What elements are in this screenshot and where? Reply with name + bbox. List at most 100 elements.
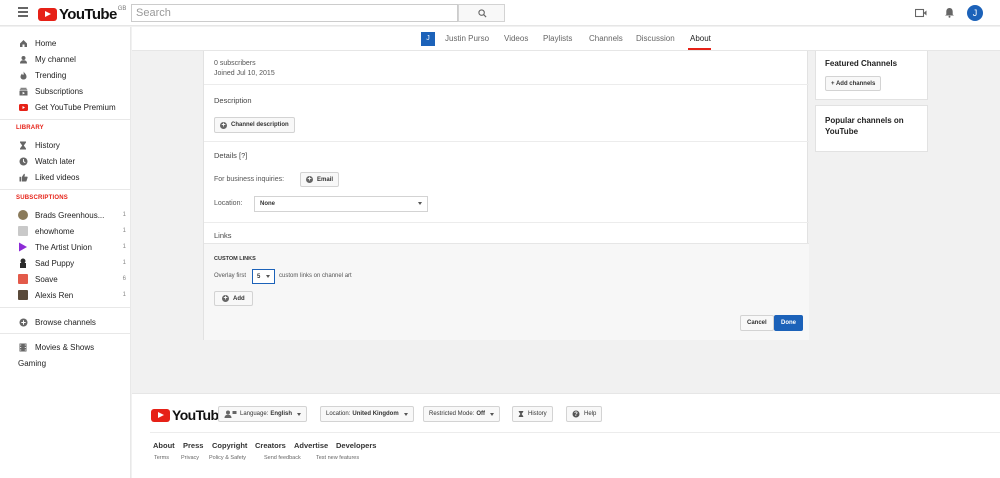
sidebar-item-label: Liked videos (35, 172, 80, 182)
subscription-item[interactable]: Brads Greenhous... 1 (18, 208, 126, 222)
footer-link-test-features[interactable]: Test new features (316, 455, 359, 461)
youtube-play-icon (151, 408, 170, 422)
add-channels-button[interactable]: + Add channels (825, 76, 882, 91)
tab-channels[interactable]: Channels (589, 34, 623, 43)
subscription-name: ehowhome (35, 226, 75, 236)
language-label: Language: (240, 411, 269, 417)
button-label: Channel description (231, 122, 289, 128)
sidebar-item-label: Get YouTube Premium (35, 102, 116, 112)
sidebar-item-history[interactable]: History (18, 138, 126, 152)
subscriptions-heading: SUBSCRIPTIONS (16, 195, 68, 201)
add-icon: + (222, 295, 229, 302)
cancel-button[interactable]: Cancel (740, 315, 774, 331)
help-button[interactable]: ? Help (566, 406, 603, 422)
tab-about[interactable]: About (690, 34, 711, 43)
footer-link-developers[interactable]: Developers (336, 441, 376, 450)
chevron-down-icon (266, 275, 270, 278)
chevron-down-icon (490, 412, 495, 416)
sidebar-item-subscriptions[interactable]: Subscriptions (18, 84, 126, 98)
person-icon (18, 54, 28, 64)
location-value: United Kingdom (352, 411, 399, 417)
sidebar-item-trending[interactable]: Trending (18, 68, 126, 82)
subscription-item[interactable]: ehowhome 1 (18, 224, 126, 238)
footer-link-creators[interactable]: Creators (255, 441, 286, 450)
custom-links-section: CUSTOM LINKS Overlay first 5 custom link… (204, 243, 809, 340)
search-input[interactable]: Search (131, 4, 458, 22)
footer-link-terms[interactable]: Terms (154, 455, 169, 461)
sidebar-item-label: Trending (35, 70, 67, 80)
chevron-down-icon (403, 412, 408, 416)
overlay-count-value: 5 (257, 273, 261, 280)
footer-youtube-logo[interactable]: YouTube (151, 407, 226, 423)
sidebar-item-my-channel[interactable]: My channel (18, 52, 126, 66)
search-button[interactable] (458, 4, 505, 22)
footer-link-advertise[interactable]: Advertise (294, 441, 328, 450)
sidebar-divider (0, 119, 130, 120)
footer-link-about[interactable]: About (153, 441, 175, 450)
channel-avatar (18, 290, 28, 300)
done-button[interactable]: Done (774, 315, 803, 331)
upload-video-icon[interactable] (915, 8, 927, 18)
hamburger-menu-icon[interactable] (18, 7, 28, 19)
divider (204, 222, 809, 223)
footer: YouTube Language: English Location: United… (132, 393, 1000, 478)
sidebar-item-youtube-premium[interactable]: Get YouTube Premium (18, 100, 126, 114)
sidebar-item-label: Movies & Shows (35, 342, 95, 352)
notifications-bell-icon[interactable] (944, 7, 955, 18)
tab-videos[interactable]: Videos (504, 34, 528, 43)
sidebar-item-movies-shows[interactable]: Movies & Shows (18, 340, 126, 354)
sidebar-item-label: Watch later (35, 156, 76, 166)
chevron-down-icon (297, 412, 302, 416)
footer-link-copyright[interactable]: Copyright (212, 441, 247, 450)
add-icon: + (220, 121, 227, 129)
sidebar-item-home[interactable]: Home (18, 36, 126, 50)
sidebar-item-liked-videos[interactable]: Liked videos (18, 170, 126, 184)
add-email-button[interactable]: + Email (300, 172, 340, 187)
subscription-item[interactable]: Sad Puppy 1 (18, 256, 126, 270)
description-heading: Description (214, 96, 252, 105)
sidebar-item-label: Gaming (18, 358, 47, 368)
restricted-label: Restricted Mode: (429, 411, 475, 417)
channel-description-button[interactable]: + Channel description (214, 117, 295, 133)
footer-link-privacy[interactable]: Privacy (181, 455, 199, 461)
restricted-mode-button[interactable]: Restricted Mode: Off (423, 406, 501, 422)
subscription-item[interactable]: Soave 6 (18, 272, 126, 286)
subscription-item[interactable]: The Artist Union 1 (18, 240, 126, 254)
location-button[interactable]: Location: United Kingdom (320, 406, 414, 422)
subscription-item[interactable]: Alexis Ren 1 (18, 288, 126, 302)
sidebar-item-label: Browse channels (35, 317, 96, 327)
subscriptions-icon (18, 86, 28, 96)
tab-channel-home[interactable]: Justin Purso (445, 34, 489, 43)
add-link-button[interactable]: + Add (214, 291, 253, 306)
channel-avatar[interactable]: J (421, 32, 435, 46)
popular-channels-title: Popular channels on YouTube (825, 116, 904, 136)
sidebar-item-browse-channels[interactable]: Browse channels (18, 315, 126, 329)
subscription-new-count: 1 (122, 212, 126, 218)
tab-discussion[interactable]: Discussion (636, 34, 675, 43)
language-icon (224, 410, 237, 418)
subscription-name: The Artist Union (35, 242, 92, 252)
subscription-name: Alexis Ren (35, 290, 74, 300)
youtube-logo[interactable]: YouTube GB (38, 6, 126, 23)
footer-link-press[interactable]: Press (183, 441, 203, 450)
sidebar-item-label: Home (35, 38, 57, 48)
overlay-count-select[interactable]: 5 (252, 269, 275, 284)
footer-link-send-feedback[interactable]: Send feedback (264, 455, 301, 461)
sidebar-item-gaming[interactable]: Gaming (18, 356, 126, 370)
location-select[interactable]: None (254, 196, 428, 212)
channel-avatar (18, 258, 28, 268)
film-icon (18, 342, 28, 352)
sidebar-item-watch-later[interactable]: Watch later (18, 154, 126, 168)
language-button[interactable]: Language: English (218, 406, 308, 422)
add-icon: + (306, 176, 313, 183)
tab-playlists[interactable]: Playlists (543, 34, 572, 43)
footer-link-policy-safety[interactable]: Policy & Safety (209, 455, 246, 461)
sidebar-divider (0, 333, 130, 334)
history-button[interactable]: History (512, 406, 553, 422)
button-label: + Add channels (831, 80, 876, 87)
library-heading: LIBRARY (16, 125, 44, 131)
joined-date: Joined Jul 10, 2015 (214, 70, 275, 77)
account-avatar[interactable]: J (967, 5, 983, 21)
button-label: Help (584, 411, 597, 417)
top-header: YouTube GB Search J (0, 0, 1000, 26)
